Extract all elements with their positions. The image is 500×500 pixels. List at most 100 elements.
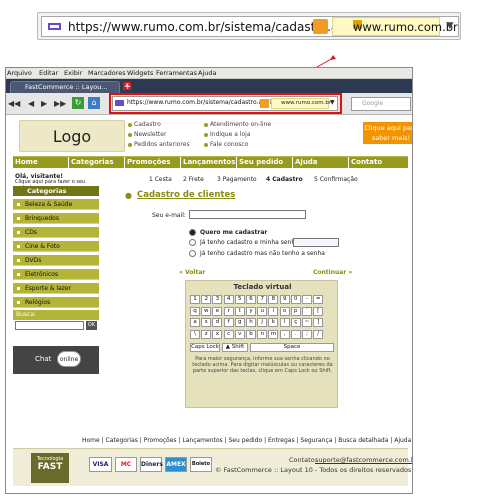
sidebar-item-cds[interactable]: CDs: [13, 227, 99, 238]
reload-icon[interactable]: ↻: [72, 97, 84, 109]
url-dropdown-icon[interactable]: ▼: [442, 17, 458, 36]
keyboard-key[interactable]: y: [246, 306, 256, 316]
keyboard-key[interactable]: /: [313, 329, 324, 339]
keyboard-key[interactable]: s: [201, 318, 212, 327]
caps-lock-key[interactable]: Caps Lock: [190, 343, 220, 352]
nav-ajuda[interactable]: Ajuda: [295, 158, 318, 166]
sidebar-item-dvds[interactable]: DVDs: [13, 255, 99, 266]
keyboard-key[interactable]: z: [201, 329, 212, 339]
nav-seu-pedido[interactable]: Seu pedido: [239, 158, 283, 166]
nav-promocoes[interactable]: Promoções: [127, 158, 170, 166]
tab-fastcommerce[interactable]: FastCommerce :: Layou... x: [10, 81, 131, 93]
site-logo[interactable]: Logo: [19, 120, 125, 152]
keyboard-key[interactable]: \: [190, 329, 200, 339]
fast-forward-icon[interactable]: ▶▶: [54, 99, 66, 108]
search-input[interactable]: Google: [351, 97, 411, 111]
keyboard-key[interactable]: 8: [268, 295, 279, 304]
keyboard-key[interactable]: p: [290, 306, 301, 316]
sidebar-item-relogios[interactable]: Relógios: [13, 297, 99, 308]
menu-ajuda[interactable]: Ajuda: [198, 69, 216, 77]
keyboard-key[interactable]: .: [290, 329, 301, 339]
keyboard-key[interactable]: 6: [246, 295, 256, 304]
menu-editar[interactable]: Editar: [39, 69, 58, 77]
link-fale-conosco[interactable]: Fale conosco: [210, 141, 248, 148]
link-cadastro[interactable]: Cadastro: [134, 121, 161, 128]
keyboard-key[interactable]: h: [246, 318, 256, 327]
keyboard-key[interactable]: c: [223, 329, 234, 339]
search-input[interactable]: [15, 321, 84, 330]
keyboard-key[interactable]: -: [302, 295, 312, 304]
nav-home[interactable]: Home: [15, 158, 38, 166]
keyboard-key[interactable]: 5: [234, 295, 245, 304]
keyboard-key[interactable]: l: [279, 318, 290, 327]
keyboard-key[interactable]: ç: [290, 318, 301, 327]
link-indique[interactable]: Indique a loja: [210, 131, 251, 138]
keyboard-key[interactable]: x: [212, 329, 223, 339]
keyboard-key[interactable]: u: [257, 306, 268, 316]
keyboard-key[interactable]: o: [279, 306, 290, 316]
search-button[interactable]: OK: [86, 321, 97, 330]
fast-logo[interactable]: Tecnologia FAST: [31, 453, 69, 483]
keyboard-key[interactable]: 7: [257, 295, 268, 304]
keyboard-key[interactable]: w: [201, 306, 212, 316]
keyboard-key[interactable]: m: [268, 329, 279, 339]
keyboard-key[interactable]: k: [268, 318, 279, 327]
keyboard-key[interactable]: r: [223, 306, 234, 316]
sidebar-item-brinquedos[interactable]: Brinquedos: [13, 213, 99, 224]
promo-banner[interactable]: Clique aqui para saber mais!: [363, 122, 412, 144]
keyboard-key[interactable]: [: [313, 306, 324, 316]
radio-register[interactable]: [189, 229, 196, 236]
radio-have-password[interactable]: [189, 239, 196, 246]
keyboard-key[interactable]: g: [234, 318, 245, 327]
keyboard-key[interactable]: v: [234, 329, 245, 339]
link-newsletter[interactable]: Newsletter: [134, 131, 166, 138]
sidebar-item-eletronicos[interactable]: Eletrônicos: [13, 269, 99, 280]
back-icon[interactable]: ◀: [28, 99, 34, 108]
menu-arquivo[interactable]: Arquivo: [7, 69, 32, 77]
forward-icon[interactable]: ▶: [41, 99, 47, 108]
keyboard-key[interactable]: i: [268, 306, 279, 316]
shift-key[interactable]: ▲ Shift: [222, 343, 248, 352]
sidebar-item-beleza[interactable]: Beleza & Saúde: [13, 199, 99, 210]
keyboard-key[interactable]: q: [190, 306, 200, 316]
keyboard-key[interactable]: f: [223, 318, 234, 327]
menu-exibir[interactable]: Exibir: [64, 69, 82, 77]
link-atendimento[interactable]: Atendimento on-line: [210, 121, 271, 128]
keyboard-key[interactable]: 2: [201, 295, 212, 304]
keyboard-key[interactable]: ~: [302, 318, 312, 327]
menu-ferramentas[interactable]: Ferramentas: [156, 69, 197, 77]
keyboard-key[interactable]: e: [212, 306, 223, 316]
space-key[interactable]: Space: [250, 343, 334, 352]
nav-categorias[interactable]: Categorias: [71, 158, 114, 166]
keyboard-key[interactable]: ,: [279, 329, 290, 339]
menu-widgets[interactable]: Widgets: [127, 69, 153, 77]
keyboard-key[interactable]: n: [257, 329, 268, 339]
keyboard-key[interactable]: 1: [190, 295, 200, 304]
keyboard-key[interactable]: ]: [313, 318, 324, 327]
new-tab-icon[interactable]: +: [124, 82, 136, 92]
rewind-icon[interactable]: ◀◀: [8, 99, 20, 108]
nav-lancamentos[interactable]: Lançamentos: [183, 158, 235, 166]
keyboard-key[interactable]: 9: [279, 295, 290, 304]
sidebar-item-esporte[interactable]: Esporte & lazer: [13, 283, 99, 294]
keyboard-key[interactable]: j: [257, 318, 268, 327]
keyboard-key[interactable]: 0: [290, 295, 301, 304]
footer-links[interactable]: Home | Categorias | Promoções | Lançamen…: [82, 437, 411, 444]
rss-feed-icon[interactable]: [313, 19, 328, 34]
keyboard-key[interactable]: t: [234, 306, 245, 316]
contact-email[interactable]: suporte@fastcommerce.com.br: [315, 456, 412, 464]
password-field[interactable]: [293, 238, 339, 247]
menu-marcadores[interactable]: Marcadores: [88, 69, 126, 77]
keyboard-key[interactable]: =: [313, 295, 324, 304]
link-pedidos[interactable]: Pedidos anteriores: [134, 141, 190, 148]
keyboard-key[interactable]: 3: [212, 295, 223, 304]
radio-no-password[interactable]: [189, 250, 196, 257]
back-link[interactable]: « Voltar: [179, 269, 205, 276]
keyboard-key[interactable]: ;: [302, 329, 312, 339]
chat-online-button[interactable]: Chat online: [13, 346, 99, 374]
keyboard-key[interactable]: d: [212, 318, 223, 327]
home-icon[interactable]: ⌂: [88, 97, 100, 109]
nav-contato[interactable]: Contato: [351, 158, 382, 166]
continue-link[interactable]: Continuar »: [313, 269, 352, 276]
email-field[interactable]: [189, 210, 306, 219]
